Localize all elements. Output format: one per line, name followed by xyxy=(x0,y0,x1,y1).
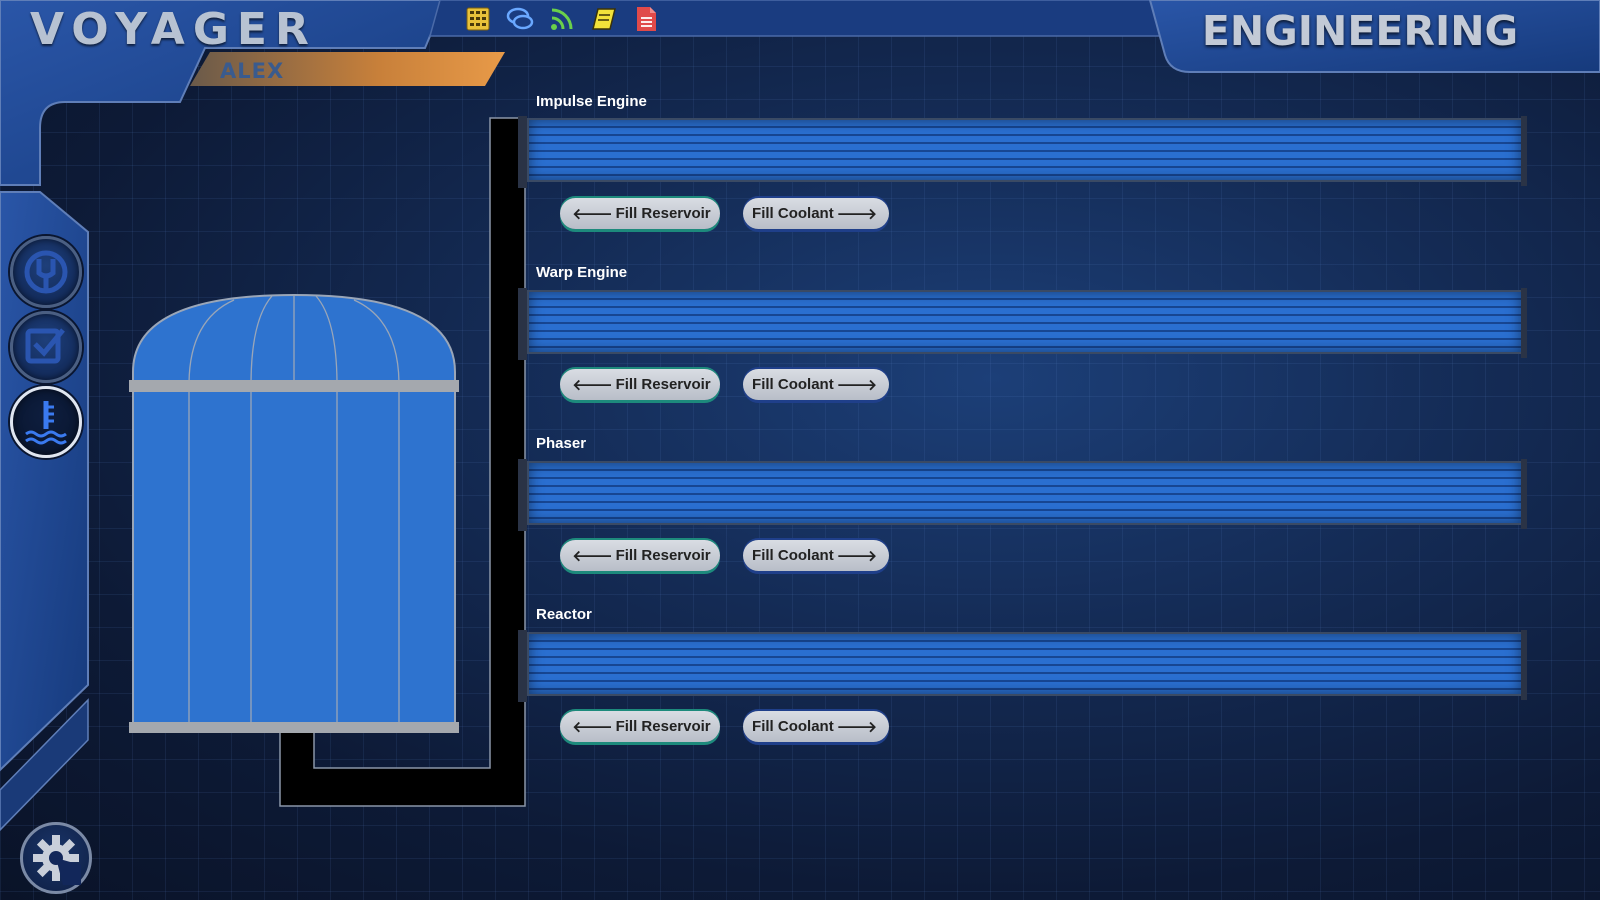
fill-coolant-button[interactable]: Fill Coolant 🡒 xyxy=(743,711,889,742)
coolant-icon xyxy=(25,401,67,445)
calculator-icon[interactable] xyxy=(464,5,492,33)
fill-reservoir-button[interactable]: 🡐 Fill Reservoir xyxy=(560,711,720,742)
reservoir-tank xyxy=(129,293,459,733)
notes-icon[interactable] xyxy=(590,5,618,33)
system-name: Warp Engine xyxy=(536,264,628,281)
station-title: ENGINEERING xyxy=(1201,7,1519,55)
fill-coolant-button[interactable]: Fill Coolant 🡒 xyxy=(743,198,889,229)
system-name: Impulse Engine xyxy=(536,93,647,110)
fill-reservoir-button[interactable]: 🡐 Fill Reservoir xyxy=(560,540,720,571)
coolant-bar xyxy=(519,459,1527,529)
toolbar xyxy=(464,3,660,35)
rss-icon[interactable] xyxy=(548,5,576,33)
system-name: Reactor xyxy=(536,606,592,623)
fill-coolant-button[interactable]: Fill Coolant 🡒 xyxy=(743,369,889,400)
document-icon[interactable] xyxy=(632,5,660,33)
checklist-icon xyxy=(25,328,65,364)
nav-checklist-button[interactable] xyxy=(10,311,82,383)
settings-button[interactable] xyxy=(20,822,92,894)
chat-icon[interactable] xyxy=(506,5,534,33)
coolant-bar xyxy=(519,630,1527,700)
fill-reservoir-button[interactable]: 🡐 Fill Reservoir xyxy=(560,198,720,229)
nav-coolant-button[interactable] xyxy=(10,386,82,458)
user-name: ALEX xyxy=(220,59,285,83)
damage-control-icon xyxy=(24,250,68,294)
fill-reservoir-button[interactable]: 🡐 Fill Reservoir xyxy=(560,369,720,400)
nav-damage-control-button[interactable] xyxy=(10,236,82,308)
fill-coolant-button[interactable]: Fill Coolant 🡒 xyxy=(743,540,889,571)
coolant-bar xyxy=(519,288,1527,358)
coolant-bar xyxy=(519,116,1527,186)
app-title: VOYAGER xyxy=(30,4,317,55)
settings-gear-icon xyxy=(33,835,81,885)
system-name: Phaser xyxy=(536,435,587,452)
